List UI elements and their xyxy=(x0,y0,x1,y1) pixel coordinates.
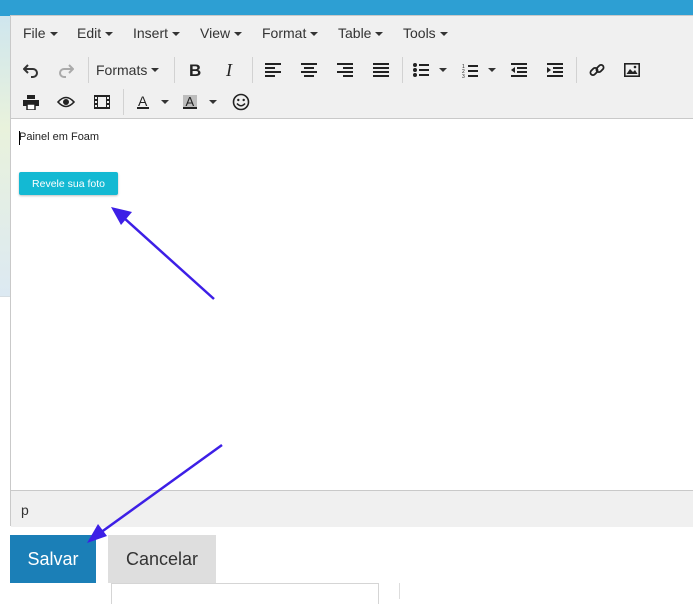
menu-insert[interactable]: Insert xyxy=(133,25,181,41)
reveal-photo-button[interactable]: Revele sua foto xyxy=(19,172,118,195)
menu-table[interactable]: Table xyxy=(338,25,384,41)
menubar: File Edit Insert View Format Table Tools xyxy=(11,16,693,52)
align-left-icon[interactable] xyxy=(259,57,287,83)
formats-label: Formats xyxy=(96,62,148,78)
toolbar-separator xyxy=(88,57,89,83)
print-icon[interactable] xyxy=(17,89,45,115)
indent-icon[interactable] xyxy=(541,57,569,83)
menu-edit[interactable]: Edit xyxy=(77,25,114,41)
menu-file[interactable]: File xyxy=(23,25,58,41)
media-icon[interactable] xyxy=(88,89,116,115)
toolbar-separator xyxy=(402,57,403,83)
bold-icon[interactable]: B xyxy=(181,57,209,83)
italic-icon[interactable]: I xyxy=(217,57,245,83)
toolbar-separator xyxy=(174,57,175,83)
image-icon[interactable] xyxy=(618,57,646,83)
background-color-icon[interactable]: A xyxy=(176,89,204,115)
redo-icon[interactable] xyxy=(52,57,80,83)
element-path[interactable]: p xyxy=(21,502,29,518)
bullet-list-icon[interactable] xyxy=(407,57,435,83)
svg-text:I: I xyxy=(225,62,233,78)
svg-text:B: B xyxy=(189,62,201,78)
background-color-dropdown[interactable] xyxy=(209,100,217,104)
content-paragraph[interactable]: Painel em Foam xyxy=(19,131,99,143)
align-justify-icon[interactable] xyxy=(367,57,395,83)
svg-text:3: 3 xyxy=(462,74,465,78)
undo-icon[interactable] xyxy=(17,57,45,83)
preview-icon[interactable] xyxy=(52,89,80,115)
text-color-icon[interactable]: A xyxy=(129,89,157,115)
statusbar: p xyxy=(11,490,693,527)
background-divider xyxy=(399,583,400,599)
outdent-icon[interactable] xyxy=(505,57,533,83)
link-icon[interactable] xyxy=(583,57,611,83)
text-cursor xyxy=(19,131,20,145)
toolbar: Formats B I 123 A A xyxy=(11,52,693,119)
numbered-list-icon[interactable]: 123 xyxy=(456,57,484,83)
emoticon-icon[interactable] xyxy=(227,89,255,115)
toolbar-separator xyxy=(576,57,577,83)
formats-dropdown[interactable]: Formats xyxy=(96,57,168,83)
text-color-label: A xyxy=(138,94,148,109)
menu-view[interactable]: View xyxy=(200,25,243,41)
align-right-icon[interactable] xyxy=(331,57,359,83)
rich-text-editor: File Edit Insert View Format Table Tools… xyxy=(10,15,693,527)
menu-format[interactable]: Format xyxy=(262,25,319,41)
save-button[interactable]: Salvar xyxy=(10,535,96,583)
cancel-button[interactable]: Cancelar xyxy=(108,535,216,583)
align-center-icon[interactable] xyxy=(295,57,323,83)
toolbar-separator xyxy=(252,57,253,83)
background-input xyxy=(111,583,379,604)
editor-content[interactable]: Painel em Foam Revele sua foto xyxy=(11,119,693,490)
toolbar-separator xyxy=(123,89,124,115)
menu-tools[interactable]: Tools xyxy=(403,25,448,41)
bg-color-label: A xyxy=(186,94,195,109)
numbered-list-dropdown[interactable] xyxy=(488,68,496,72)
text-color-dropdown[interactable] xyxy=(161,100,169,104)
background-header xyxy=(0,0,693,16)
bullet-list-dropdown[interactable] xyxy=(439,68,447,72)
